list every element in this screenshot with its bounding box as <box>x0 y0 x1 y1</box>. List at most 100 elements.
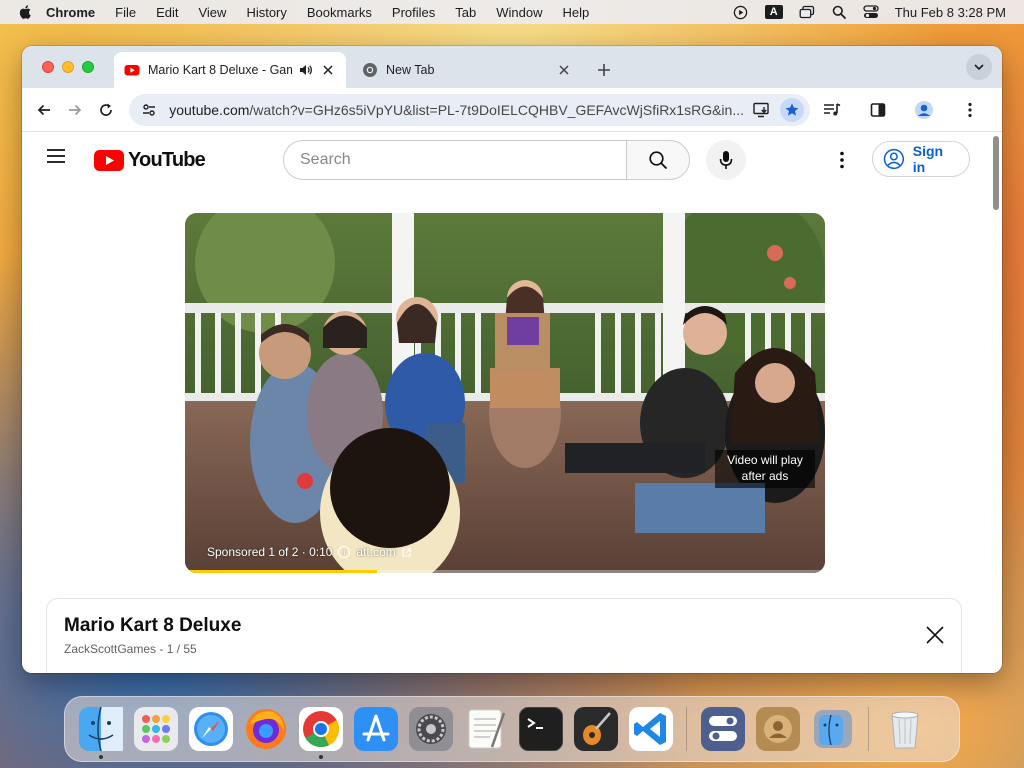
dock-migration-assistant[interactable] <box>811 707 855 751</box>
menu-bar: Chrome File Edit View History Bookmarks … <box>0 0 1024 24</box>
menu-app-name[interactable]: Chrome <box>46 5 95 20</box>
video-will-play-notice: Video will play after ads <box>715 450 815 488</box>
minimize-window-button[interactable] <box>62 61 74 73</box>
screen-mirroring-icon[interactable] <box>799 5 815 19</box>
dock-system-settings[interactable] <box>408 707 453 751</box>
video-player[interactable]: Sponsored 1 of 2 · 0:10 i att.com Video … <box>185 213 825 573</box>
menu-bookmarks[interactable]: Bookmarks <box>307 5 372 20</box>
guide-menu-button[interactable] <box>46 148 70 172</box>
dock-garageband[interactable] <box>573 707 618 751</box>
sign-in-button[interactable]: Sign in <box>872 141 970 177</box>
close-playlist-button[interactable] <box>923 623 947 647</box>
hamburger-icon <box>47 149 65 163</box>
menu-file[interactable]: File <box>115 5 136 20</box>
forward-button[interactable] <box>63 96 86 124</box>
new-tab-button[interactable] <box>592 58 616 82</box>
menu-view[interactable]: View <box>198 5 226 20</box>
dock-finder[interactable] <box>78 706 123 759</box>
external-link-icon <box>402 547 411 557</box>
menu-edit[interactable]: Edit <box>156 5 178 20</box>
install-app-icon[interactable] <box>750 98 774 122</box>
dock-terminal[interactable] <box>518 706 563 752</box>
tab-new-tab[interactable]: New Tab <box>352 52 582 88</box>
launchpad-icon <box>133 707 178 751</box>
dock-safari[interactable] <box>188 707 233 751</box>
ad-advertiser-link[interactable]: att.com <box>356 545 395 559</box>
app-store-icon <box>353 707 398 751</box>
dock-trash[interactable] <box>883 707 927 751</box>
menu-window[interactable]: Window <box>496 5 542 20</box>
control-center-icon[interactable] <box>863 5 879 19</box>
close-tab-icon[interactable] <box>556 62 572 78</box>
profile-button[interactable] <box>910 96 938 124</box>
textedit-icon <box>468 709 505 749</box>
dock <box>64 696 960 762</box>
side-panel-button[interactable] <box>864 96 892 124</box>
ad-info: Sponsored 1 of 2 · 0:10 i att.com <box>207 545 411 559</box>
arrow-left-icon <box>37 104 50 115</box>
dock-firefox[interactable] <box>244 707 288 751</box>
ad-video-frame <box>185 213 825 573</box>
menu-profiles[interactable]: Profiles <box>392 5 435 20</box>
menu-help[interactable]: Help <box>563 5 590 20</box>
more-vertical-icon <box>968 102 972 117</box>
page-scrollbar[interactable] <box>990 132 1002 673</box>
ad-progress-bar[interactable] <box>185 570 825 573</box>
terminal-icon <box>518 706 563 752</box>
tab-title: Mario Kart 8 Deluxe - Gam <box>148 63 292 77</box>
dock-app-store[interactable] <box>353 707 398 751</box>
menu-tab[interactable]: Tab <box>455 5 476 20</box>
vscode-icon <box>628 707 673 751</box>
chevron-down-icon <box>974 64 984 71</box>
youtube-header: YouTube Sign in <box>22 132 982 188</box>
speaker-icon[interactable] <box>298 62 314 78</box>
info-icon[interactable]: i <box>338 546 351 558</box>
input-source-icon[interactable]: A <box>764 5 783 19</box>
settings-menu-button[interactable] <box>830 148 854 172</box>
bookmark-star-icon[interactable] <box>780 97 804 122</box>
safari-icon <box>188 707 233 751</box>
dock-launchpad[interactable] <box>133 707 178 751</box>
dock-contacts[interactable] <box>755 707 800 751</box>
playlist-title[interactable]: Mario Kart 8 Deluxe <box>64 615 241 637</box>
search-input[interactable] <box>300 151 626 169</box>
search-box[interactable] <box>283 140 627 180</box>
reload-button[interactable] <box>94 96 117 124</box>
dock-control-panel[interactable] <box>700 707 745 751</box>
close-tab-icon[interactable] <box>320 62 336 78</box>
voice-search-button[interactable] <box>706 140 746 180</box>
youtube-logo[interactable]: YouTube <box>94 149 206 172</box>
url-text[interactable]: youtube.com/watch?v=GHz6s5iVpYU&list=PL-… <box>169 102 744 118</box>
play-circle-icon[interactable] <box>733 5 749 19</box>
tab-search-button[interactable] <box>966 54 992 80</box>
window-controls <box>42 61 94 73</box>
chrome-icon <box>363 63 377 77</box>
chrome-menu-button[interactable] <box>956 96 984 124</box>
search-button[interactable] <box>626 140 690 180</box>
account-circle-icon <box>883 148 905 170</box>
spotlight-search-icon[interactable] <box>831 5 847 19</box>
media-controls-button[interactable] <box>818 96 846 124</box>
firefox-icon <box>245 709 286 749</box>
scrollbar-thumb[interactable] <box>993 136 999 210</box>
tab-title: New Tab <box>386 63 435 77</box>
guitar-icon <box>573 707 618 751</box>
menu-history[interactable]: History <box>246 5 286 20</box>
address-bar[interactable]: youtube.com/watch?v=GHz6s5iVpYU&list=PL-… <box>129 93 810 126</box>
zoom-window-button[interactable] <box>82 61 94 73</box>
side-panel-icon <box>870 102 886 117</box>
back-button[interactable] <box>32 96 55 124</box>
youtube-icon <box>94 150 124 171</box>
site-info-icon[interactable] <box>137 98 161 122</box>
tab-youtube[interactable]: Mario Kart 8 Deluxe - Gam <box>114 52 346 88</box>
apple-icon[interactable] <box>18 5 32 19</box>
reload-icon <box>99 103 112 116</box>
menu-bar-clock[interactable]: Thu Feb 8 3:28 PM <box>895 5 1006 20</box>
dock-textedit[interactable] <box>464 707 508 751</box>
youtube-icon <box>124 65 140 76</box>
ad-sponsored-text: Sponsored 1 of 2 · 0:10 <box>207 545 333 559</box>
finder-icon <box>78 706 123 752</box>
dock-chrome[interactable] <box>298 707 343 759</box>
dock-vscode[interactable] <box>628 707 673 751</box>
close-window-button[interactable] <box>42 61 54 73</box>
